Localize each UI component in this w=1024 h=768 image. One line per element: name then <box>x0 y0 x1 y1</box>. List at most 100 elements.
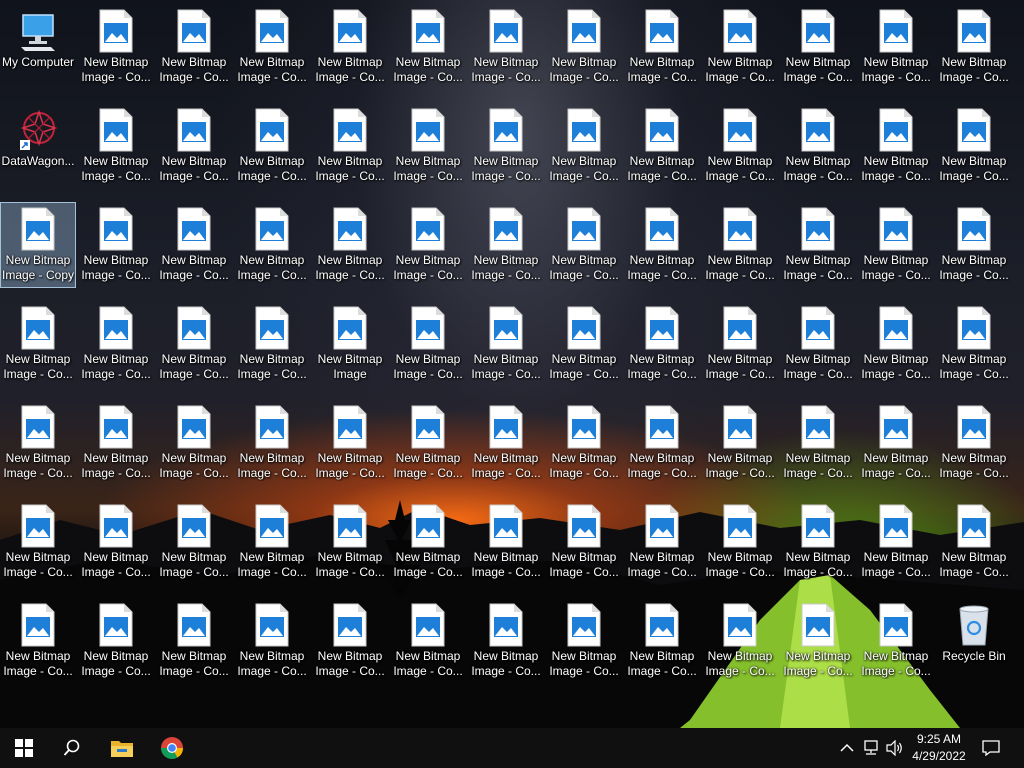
bitmap-file[interactable]: New Bitmap Image - Co... <box>624 499 700 585</box>
recycle-bin-shortcut[interactable]: Recycle Bin <box>936 598 1012 684</box>
bitmap-file[interactable]: New Bitmap Image - Co... <box>156 202 232 288</box>
search-button[interactable] <box>48 728 96 768</box>
bitmap-file[interactable]: New Bitmap Image - Co... <box>702 400 778 486</box>
bitmap-file[interactable]: New Bitmap Image - Co... <box>78 400 154 486</box>
bitmap-file[interactable]: New Bitmap Image - Co... <box>156 400 232 486</box>
bitmap-file[interactable]: New Bitmap Image - Co... <box>234 400 310 486</box>
bitmap-file[interactable]: New Bitmap Image - Co... <box>468 202 544 288</box>
bitmap-file[interactable]: New Bitmap Image - Co... <box>624 400 700 486</box>
bitmap-file[interactable]: New Bitmap Image - Co... <box>390 4 466 90</box>
bitmap-file[interactable]: New Bitmap Image - Co... <box>390 202 466 288</box>
bitmap-file[interactable]: New Bitmap Image - Co... <box>312 400 388 486</box>
bitmap-file[interactable]: New Bitmap Image - Co... <box>312 598 388 684</box>
bitmap-file[interactable]: New Bitmap Image - Co... <box>780 598 856 684</box>
bitmap-file[interactable]: New Bitmap Image - Co... <box>156 499 232 585</box>
bitmap-file[interactable]: New Bitmap Image - Co... <box>624 4 700 90</box>
bitmap-file-original[interactable]: New Bitmap Image <box>312 301 388 387</box>
bitmap-file[interactable]: New Bitmap Image - Co... <box>546 400 622 486</box>
bitmap-file[interactable]: New Bitmap Image - Co... <box>858 301 934 387</box>
network-button[interactable] <box>860 736 882 760</box>
start-button[interactable] <box>0 728 48 768</box>
bitmap-file[interactable]: New Bitmap Image - Co... <box>390 301 466 387</box>
bitmap-file[interactable]: New Bitmap Image - Co... <box>234 598 310 684</box>
volume-button[interactable] <box>884 736 906 760</box>
bitmap-file[interactable]: New Bitmap Image - Co... <box>936 103 1012 189</box>
bitmap-file[interactable]: New Bitmap Image - Co... <box>702 103 778 189</box>
bitmap-file[interactable]: New Bitmap Image - Co... <box>936 202 1012 288</box>
bitmap-file[interactable]: New Bitmap Image - Co... <box>546 103 622 189</box>
bitmap-file[interactable]: New Bitmap Image - Co... <box>546 4 622 90</box>
bitmap-file[interactable]: New Bitmap Image - Co... <box>234 103 310 189</box>
bitmap-file[interactable]: New Bitmap Image - Co... <box>858 4 934 90</box>
bitmap-file[interactable]: New Bitmap Image - Co... <box>390 400 466 486</box>
bitmap-file[interactable]: New Bitmap Image - Co... <box>546 499 622 585</box>
bitmap-file[interactable]: New Bitmap Image - Co... <box>468 301 544 387</box>
bitmap-file[interactable]: New Bitmap Image - Co... <box>78 103 154 189</box>
bitmap-file[interactable]: New Bitmap Image - Co... <box>858 400 934 486</box>
bitmap-file[interactable]: New Bitmap Image - Co... <box>156 598 232 684</box>
my-computer-shortcut[interactable]: My Computer <box>0 4 76 90</box>
bitmap-file[interactable]: New Bitmap Image - Co... <box>390 598 466 684</box>
bitmap-file[interactable]: New Bitmap Image - Co... <box>156 103 232 189</box>
bitmap-file[interactable]: New Bitmap Image - Co... <box>0 301 76 387</box>
bitmap-file[interactable]: New Bitmap Image - Co... <box>702 202 778 288</box>
bitmap-file[interactable]: New Bitmap Image - Co... <box>936 301 1012 387</box>
bitmap-file[interactable]: New Bitmap Image - Co... <box>936 400 1012 486</box>
bitmap-file[interactable]: New Bitmap Image - Co... <box>858 499 934 585</box>
clock[interactable]: 9:25 AM 4/29/2022 <box>904 731 974 765</box>
bitmap-file[interactable]: New Bitmap Image - Co... <box>312 103 388 189</box>
bitmap-file-selected[interactable]: New Bitmap Image - Copy <box>0 202 76 288</box>
bitmap-file[interactable]: New Bitmap Image - Co... <box>78 598 154 684</box>
bitmap-file[interactable]: New Bitmap Image - Co... <box>312 499 388 585</box>
bitmap-file[interactable]: New Bitmap Image - Co... <box>234 4 310 90</box>
bitmap-file[interactable]: New Bitmap Image - Co... <box>936 4 1012 90</box>
bitmap-file[interactable]: New Bitmap Image - Co... <box>780 4 856 90</box>
bitmap-file[interactable]: New Bitmap Image - Co... <box>780 499 856 585</box>
bitmap-file[interactable]: New Bitmap Image - Co... <box>156 4 232 90</box>
bitmap-file[interactable]: New Bitmap Image - Co... <box>858 598 934 684</box>
bitmap-file[interactable]: New Bitmap Image - Co... <box>468 598 544 684</box>
chrome-button[interactable] <box>148 728 196 768</box>
bitmap-file[interactable]: New Bitmap Image - Co... <box>624 202 700 288</box>
bitmap-file[interactable]: New Bitmap Image - Co... <box>468 4 544 90</box>
bitmap-file[interactable]: New Bitmap Image - Co... <box>780 400 856 486</box>
bitmap-file[interactable]: New Bitmap Image - Co... <box>312 202 388 288</box>
bitmap-file[interactable]: New Bitmap Image - Co... <box>858 202 934 288</box>
bitmap-file[interactable]: New Bitmap Image - Co... <box>780 301 856 387</box>
bitmap-file[interactable]: New Bitmap Image - Co... <box>468 400 544 486</box>
bitmap-file[interactable]: New Bitmap Image - Co... <box>78 301 154 387</box>
bitmap-file[interactable]: New Bitmap Image - Co... <box>390 103 466 189</box>
bitmap-file[interactable]: New Bitmap Image - Co... <box>468 103 544 189</box>
bitmap-file[interactable]: New Bitmap Image - Co... <box>78 499 154 585</box>
bitmap-file[interactable]: New Bitmap Image - Co... <box>234 499 310 585</box>
bitmap-file[interactable]: New Bitmap Image - Co... <box>234 202 310 288</box>
show-hidden-icons-button[interactable] <box>836 736 858 760</box>
bitmap-file[interactable]: New Bitmap Image - Co... <box>624 598 700 684</box>
bitmap-file[interactable]: New Bitmap Image - Co... <box>624 301 700 387</box>
bitmap-file[interactable]: New Bitmap Image - Co... <box>156 301 232 387</box>
bitmap-file[interactable]: New Bitmap Image - Co... <box>546 598 622 684</box>
action-center-button[interactable] <box>980 736 1002 760</box>
bitmap-file[interactable]: New Bitmap Image - Co... <box>546 202 622 288</box>
bitmap-file[interactable]: New Bitmap Image - Co... <box>390 499 466 585</box>
bitmap-file[interactable]: New Bitmap Image - Co... <box>78 202 154 288</box>
bitmap-file[interactable]: New Bitmap Image - Co... <box>468 499 544 585</box>
bitmap-file[interactable]: New Bitmap Image - Co... <box>780 103 856 189</box>
bitmap-file[interactable]: New Bitmap Image - Co... <box>858 103 934 189</box>
desktop[interactable]: My Computer New Bitmap Image - Co... New B… <box>0 0 1024 728</box>
bitmap-file[interactable]: New Bitmap Image - Co... <box>936 499 1012 585</box>
bitmap-file[interactable]: New Bitmap Image - Co... <box>312 4 388 90</box>
bitmap-file[interactable]: New Bitmap Image - Co... <box>0 499 76 585</box>
bitmap-file[interactable]: New Bitmap Image - Co... <box>234 301 310 387</box>
bitmap-file[interactable]: New Bitmap Image - Co... <box>0 400 76 486</box>
file-explorer-button[interactable] <box>98 728 146 768</box>
bitmap-file[interactable]: New Bitmap Image - Co... <box>78 4 154 90</box>
bitmap-file[interactable]: New Bitmap Image - Co... <box>624 103 700 189</box>
bitmap-file[interactable]: New Bitmap Image - Co... <box>0 598 76 684</box>
bitmap-file[interactable]: New Bitmap Image - Co... <box>702 4 778 90</box>
bitmap-file[interactable]: New Bitmap Image - Co... <box>702 499 778 585</box>
datawagon-shortcut[interactable]: DataWagon... <box>0 103 76 189</box>
bitmap-file[interactable]: New Bitmap Image - Co... <box>702 301 778 387</box>
bitmap-file[interactable]: New Bitmap Image - Co... <box>780 202 856 288</box>
bitmap-file[interactable]: New Bitmap Image - Co... <box>546 301 622 387</box>
